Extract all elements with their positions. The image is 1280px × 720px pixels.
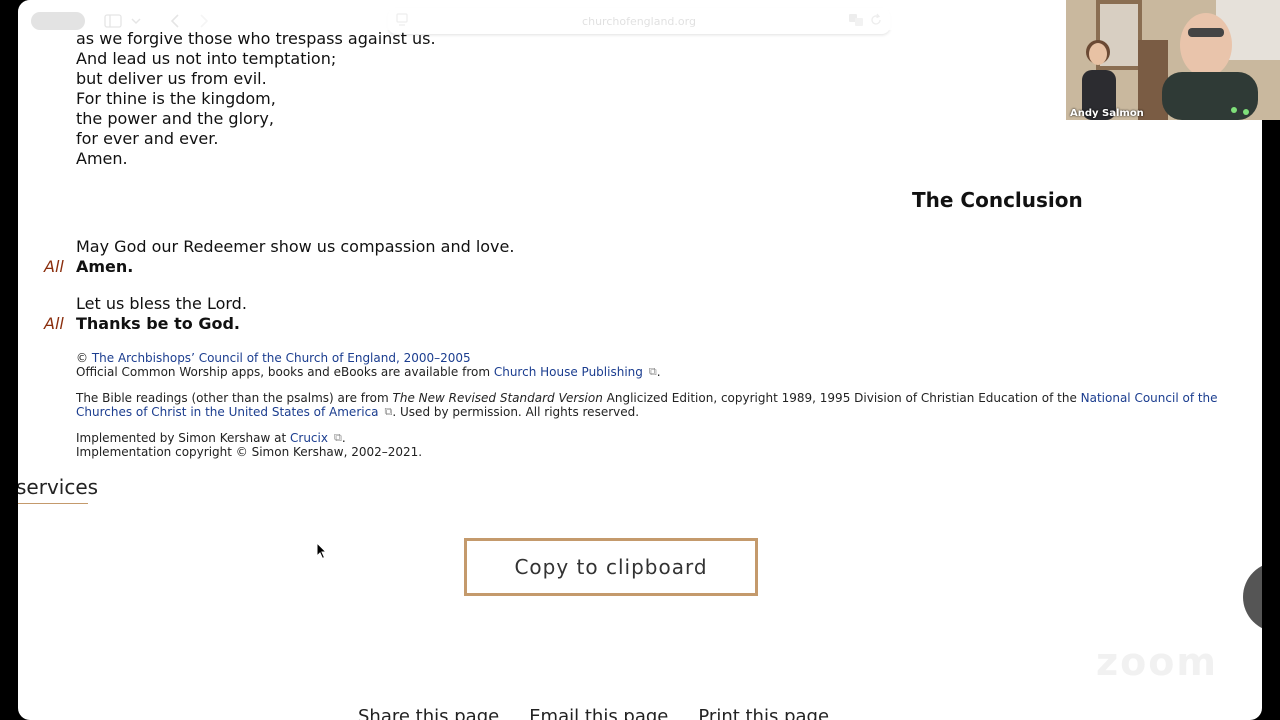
- bible-text: The Bible readings (other than the psalm…: [76, 391, 393, 405]
- prayer-line: but deliver us from evil.: [76, 69, 267, 88]
- url-text: churchofengland.org: [582, 14, 696, 28]
- zoom-watermark: zoom: [1096, 640, 1218, 684]
- church-house-publishing-link[interactable]: Church House Publishing: [494, 365, 643, 379]
- external-link-icon: ⧉: [648, 365, 657, 378]
- footer-links: Share this page Email this page Print th…: [358, 706, 829, 720]
- participant-name: Andy Salmon: [1070, 108, 1144, 119]
- prayer-line: For thine is the kingdom,: [76, 89, 276, 108]
- bible-text-mid: Anglicized Edition, copyright 1989, 1995…: [602, 391, 1081, 405]
- copyright-line: © The Archbishops’ Council of the Church…: [76, 351, 471, 365]
- section-heading: The Conclusion: [912, 188, 1083, 212]
- translate-icon[interactable]: [848, 13, 864, 30]
- floating-action-button[interactable]: [1243, 562, 1262, 632]
- bible-version: The New Revised Standard Version: [392, 391, 603, 405]
- archbishops-council-link[interactable]: The Archbishops’ Council of the Church o…: [92, 351, 471, 365]
- prayer-line: And lead us not into temptation;: [76, 49, 337, 68]
- publishing-text: Official Common Worship apps, books and …: [76, 365, 494, 379]
- all-label: All: [44, 314, 64, 333]
- implementation-copyright: Implementation copyright © Simon Kershaw…: [76, 445, 423, 459]
- crucix-link[interactable]: Crucix: [290, 431, 328, 445]
- leader-line-2: Let us bless the Lord.: [76, 294, 247, 313]
- mouse-cursor-icon: [316, 542, 328, 560]
- national-council-link[interactable]: National Council of the: [1081, 391, 1218, 405]
- response-line-1: Amen.: [76, 257, 134, 276]
- bible-line-2: Churches of Christ in the United States …: [76, 405, 639, 419]
- lords-prayer-text: as we forgive those who trespass against…: [76, 29, 436, 169]
- services-underline: [18, 503, 88, 504]
- chevron-down-icon: [131, 18, 141, 25]
- chevron-left-icon: [170, 14, 179, 28]
- participant-video: [1066, 0, 1280, 120]
- implementation-period: .: [341, 431, 346, 445]
- sidebar-icon: [104, 14, 122, 28]
- bible-permission: . Used by permission. All rights reserve…: [392, 405, 640, 419]
- prayer-line: as we forgive those who trespass against…: [76, 29, 436, 48]
- chevron-right-icon: [200, 14, 209, 28]
- publishing-line: Official Common Worship apps, books and …: [76, 365, 661, 379]
- implementation-text: Implemented by Simon Kershaw at: [76, 431, 290, 445]
- publishing-period: .: [656, 365, 661, 379]
- prayer-line: Amen.: [76, 149, 128, 168]
- reader-icon[interactable]: [396, 13, 408, 30]
- response-line-2: Thanks be to God.: [76, 314, 240, 333]
- national-council-link-cont[interactable]: Churches of Christ in the United States …: [76, 405, 379, 419]
- share-page-link[interactable]: Share this page: [358, 706, 499, 720]
- reload-icon[interactable]: [870, 13, 882, 30]
- copy-to-clipboard-button[interactable]: Copy to clipboard: [464, 538, 758, 596]
- print-page-link[interactable]: Print this page: [698, 706, 829, 720]
- all-label: All: [44, 257, 64, 276]
- services-heading[interactable]: services: [18, 475, 98, 499]
- tab-overview-pill: [31, 12, 85, 30]
- email-page-link[interactable]: Email this page: [529, 706, 668, 720]
- external-link-icon: ⧉: [333, 431, 342, 444]
- leader-line-1: May God our Redeemer show us compassion …: [76, 237, 515, 256]
- bible-line-1: The Bible readings (other than the psalm…: [76, 391, 1218, 405]
- implementation-line: Implemented by Simon Kershaw at Crucix ⧉.: [76, 431, 346, 445]
- address-bar[interactable]: churchofengland.org: [388, 8, 890, 34]
- zoom-video-thumbnail[interactable]: Andy Salmon: [1066, 0, 1280, 120]
- copyright-symbol: ©: [76, 351, 92, 365]
- prayer-line: for ever and ever.: [76, 129, 219, 148]
- prayer-line: the power and the glory,: [76, 109, 274, 128]
